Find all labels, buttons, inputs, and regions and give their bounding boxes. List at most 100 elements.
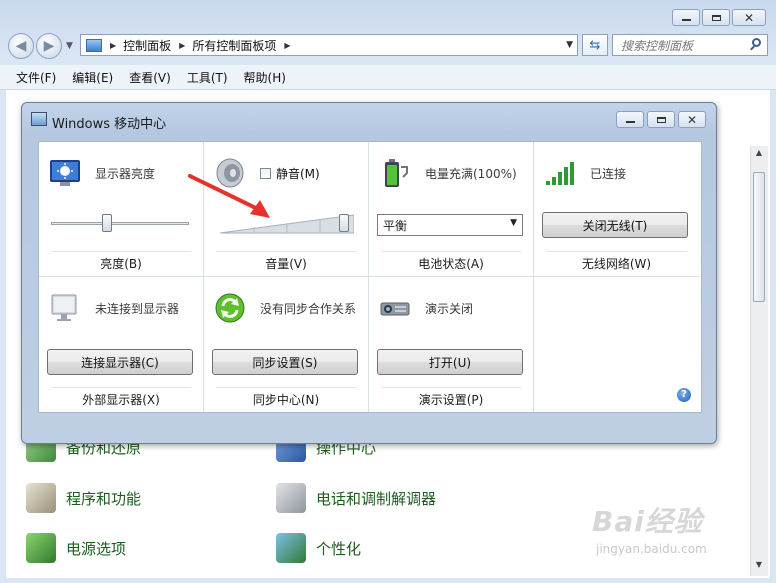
monitor-icon bbox=[51, 294, 77, 321]
cp-item-label[interactable]: 电源选项 bbox=[66, 538, 126, 559]
maximize-icon bbox=[656, 116, 666, 123]
close-button[interactable]: ✕ bbox=[732, 9, 766, 26]
menu-help[interactable]: 帮助(H) bbox=[244, 69, 286, 86]
power-plan-value: 平衡 bbox=[383, 218, 408, 233]
programs-features-icon bbox=[26, 483, 56, 513]
tile-divider bbox=[546, 251, 687, 252]
volume-slider-thumb[interactable] bbox=[339, 214, 349, 232]
cp-item-personalization[interactable]: 个性化 bbox=[276, 533, 361, 563]
cp-item-power-options[interactable]: 电源选项 bbox=[26, 533, 126, 563]
window-caption-buttons: ✕ bbox=[672, 9, 766, 26]
menu-edit[interactable]: 编辑(E) bbox=[72, 69, 113, 86]
tile-header: 未连接到显示器 bbox=[49, 291, 179, 325]
breadcrumb-separator-icon[interactable]: ▶ bbox=[284, 41, 290, 50]
minimize-icon bbox=[625, 117, 635, 123]
maximize-button[interactable] bbox=[702, 9, 730, 26]
forward-button[interactable]: ▶ bbox=[36, 33, 62, 59]
cp-item-programs-features[interactable]: 程序和功能 bbox=[26, 483, 141, 513]
power-options-icon bbox=[26, 533, 56, 563]
menu-view[interactable]: 查看(V) bbox=[129, 69, 171, 86]
cp-item-label[interactable]: 程序和功能 bbox=[66, 488, 141, 509]
recent-pages-dropdown-icon[interactable]: ▼ bbox=[66, 41, 73, 51]
wireless-footer: 无线网络(W) bbox=[581, 257, 652, 271]
vertical-scrollbar[interactable]: ▲ ▼ bbox=[750, 146, 768, 576]
display-footer: 外部显示器(X) bbox=[82, 393, 160, 407]
minimize-button[interactable] bbox=[672, 9, 700, 26]
address-dropdown-icon[interactable]: ▼ bbox=[566, 40, 573, 50]
tile-volume: 静音(M) 音量(V) bbox=[188, 142, 369, 277]
phone-modem-icon bbox=[276, 483, 306, 513]
tile-divider bbox=[216, 387, 356, 388]
address-bar[interactable]: ▶ 控制面板 ▶ 所有控制面板项 ▶ ▼ bbox=[80, 34, 578, 56]
breadcrumb-separator-icon[interactable]: ▶ bbox=[179, 41, 185, 50]
mobility-close-button[interactable]: ✕ bbox=[678, 111, 706, 128]
back-button[interactable]: ◀ bbox=[8, 33, 34, 59]
display-status: 未连接到显示器 bbox=[95, 301, 180, 316]
tile-header: 电量充满(100%) bbox=[379, 156, 517, 190]
turn-off-wireless-button[interactable]: 关闭无线(T) bbox=[542, 212, 688, 238]
cp-item-label[interactable]: 个性化 bbox=[316, 538, 361, 559]
breadcrumb-control-panel[interactable]: 控制面板 bbox=[123, 37, 171, 54]
sync-footer: 同步中心(N) bbox=[252, 393, 320, 407]
tile-header: 没有同步合作关系 bbox=[214, 291, 356, 325]
wireless-signal-icon bbox=[546, 162, 574, 185]
connect-display-button[interactable]: 连接显示器(C) bbox=[47, 349, 193, 375]
tile-header: 显示器亮度 bbox=[49, 156, 155, 190]
close-icon: ✕ bbox=[686, 112, 698, 127]
tile-header: 已连接 bbox=[544, 156, 626, 190]
mobility-center-title: Windows 移动中心 bbox=[52, 117, 167, 132]
tile-divider bbox=[381, 387, 521, 388]
search-box[interactable] bbox=[612, 34, 768, 56]
brightness-slider-thumb[interactable] bbox=[102, 214, 113, 232]
cp-item-phone-modem[interactable]: 电话和调制解调器 bbox=[276, 483, 436, 513]
battery-status: 电量充满(100%) bbox=[425, 166, 517, 181]
sync-status: 没有同步合作关系 bbox=[260, 301, 357, 316]
scroll-thumb[interactable] bbox=[753, 172, 765, 302]
brightness-footer: 亮度(B) bbox=[100, 257, 142, 271]
search-icon[interactable] bbox=[752, 38, 761, 47]
tile-battery: 电量充满(100%) 平衡 ▼ 电池状态(A) bbox=[369, 142, 534, 277]
scroll-up-icon[interactable]: ▲ bbox=[753, 148, 765, 160]
watermark-url: jingyan.baidu.com bbox=[596, 542, 707, 556]
tile-divider bbox=[51, 387, 191, 388]
minimize-icon bbox=[681, 15, 691, 21]
display-brightness-icon bbox=[50, 160, 80, 186]
menu-file[interactable]: 文件(F) bbox=[16, 69, 56, 86]
annotation-arrow-icon bbox=[188, 174, 270, 218]
help-icon[interactable]: ? bbox=[677, 388, 691, 402]
baidu-jingyan-watermark: Bai经验 jingyan.baidu.com bbox=[592, 498, 742, 568]
mobility-minimize-button[interactable] bbox=[616, 111, 644, 128]
refresh-icon: ⇆ bbox=[589, 37, 601, 53]
brightness-header: 显示器亮度 bbox=[95, 166, 156, 181]
tile-brightness: 显示器亮度 亮度(B) bbox=[39, 142, 204, 277]
tile-header: 演示关闭 bbox=[379, 291, 473, 325]
breadcrumb-separator-icon[interactable]: ▶ bbox=[110, 41, 116, 50]
battery-icon bbox=[385, 159, 408, 187]
maximize-icon bbox=[711, 14, 721, 21]
breadcrumb-all-items[interactable]: 所有控制面板项 bbox=[192, 37, 276, 54]
forward-arrow-icon: ▶ bbox=[43, 38, 55, 54]
tile-wireless: 已连接 关闭无线(T) 无线网络(W) bbox=[534, 142, 699, 277]
mobility-center-icon bbox=[31, 112, 47, 126]
scroll-down-icon[interactable]: ▼ bbox=[753, 560, 765, 572]
menu-tools[interactable]: 工具(T) bbox=[187, 69, 228, 86]
battery-footer: 电池状态(A) bbox=[418, 257, 484, 271]
tile-external-display: 未连接到显示器 连接显示器(C) 外部显示器(X) bbox=[39, 277, 204, 412]
close-icon: ✕ bbox=[743, 10, 755, 25]
mobility-caption-buttons: ✕ bbox=[616, 111, 706, 128]
presentation-footer: 演示设置(P) bbox=[418, 393, 484, 407]
power-plan-select[interactable]: 平衡 ▼ bbox=[377, 214, 523, 236]
sync-settings-button[interactable]: 同步设置(S) bbox=[212, 349, 358, 375]
control-panel-icon bbox=[86, 38, 102, 52]
tile-presentation: 演示关闭 打开(U) 演示设置(P) bbox=[369, 277, 534, 412]
menu-bar: 文件(F) 编辑(E) 查看(V) 工具(T) 帮助(H) bbox=[0, 65, 776, 90]
cp-item-label[interactable]: 电话和调制解调器 bbox=[316, 488, 436, 509]
refresh-button[interactable]: ⇆ bbox=[582, 34, 608, 56]
projector-icon bbox=[380, 302, 410, 316]
search-input[interactable] bbox=[619, 36, 741, 56]
volume-footer: 音量(V) bbox=[265, 257, 307, 271]
mobility-maximize-button[interactable] bbox=[647, 111, 675, 128]
turn-on-presentation-button[interactable]: 打开(U) bbox=[377, 349, 523, 375]
brightness-slider-track[interactable] bbox=[51, 222, 189, 225]
watermark-logo: Bai经验 bbox=[592, 505, 703, 538]
